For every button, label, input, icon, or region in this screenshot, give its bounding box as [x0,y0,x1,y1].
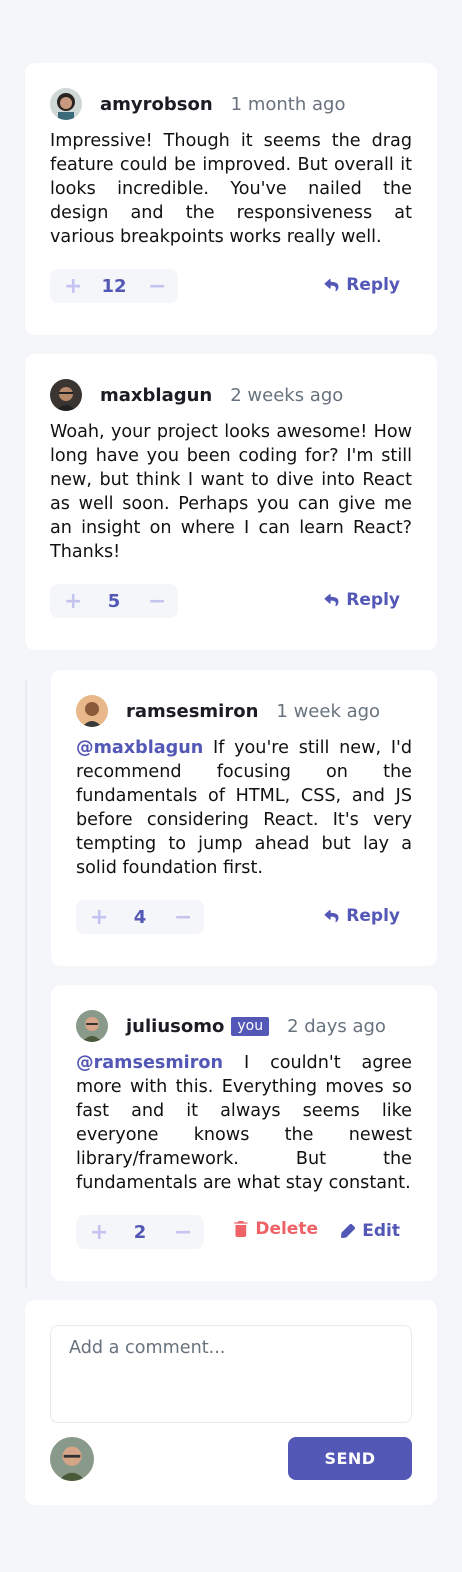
reply-card: juliusomo you 2 days ago @ramsesmiron I … [51,985,437,1281]
downvote-button[interactable]: − [148,274,166,299]
comment-composer: SEND [25,1300,437,1505]
reply-text: I couldn't agree more with this. Everyth… [76,1053,412,1193]
comment-header: ramsesmiron 1 week ago [76,695,380,727]
mention[interactable]: @maxblagun [76,738,203,758]
you-badge: you [231,1016,270,1036]
comment-text: Impressive! Though it seems the drag fea… [50,131,412,247]
upvote-button[interactable]: + [90,1220,108,1245]
upvote-button[interactable]: + [90,905,108,930]
downvote-button[interactable]: − [174,905,192,930]
reply-label: Reply [346,590,400,610]
comment-input[interactable] [50,1325,412,1423]
downvote-button[interactable]: − [174,1220,192,1245]
downvote-button[interactable]: − [148,589,166,614]
delete-button[interactable]: Delete [234,1219,318,1239]
vote-score: 5 [107,590,121,612]
vote-score: 2 [133,1221,147,1243]
edit-button[interactable]: Edit [341,1221,400,1241]
comment-card: amyrobson 1 month ago Impressive! Though… [25,63,437,335]
timestamp: 2 weeks ago [230,384,344,406]
reply-button[interactable]: Reply [324,590,400,610]
reply-icon [324,593,339,606]
trash-icon [234,1221,248,1237]
reply-icon [324,278,339,291]
username[interactable]: amyrobson [100,94,213,115]
upvote-button[interactable]: + [64,274,82,299]
reply-label: Reply [346,275,400,295]
send-button[interactable]: SEND [288,1437,412,1480]
comment-text: @maxblagun If you're still new, I'd reco… [76,736,412,880]
comment-text: Woah, your project looks awesome! How lo… [50,422,412,562]
timestamp: 1 month ago [230,93,346,115]
reply-button[interactable]: Reply [324,906,400,926]
thread-line [25,680,27,1288]
pencil-icon [341,1224,356,1238]
vote-score: 4 [133,906,147,928]
reply-text: If you're still new, I'd recommend focus… [76,738,413,878]
current-user-avatar [50,1437,94,1481]
vote-score: 12 [101,275,127,297]
comment-card: maxblagun 2 weeks ago Woah, your project… [25,354,437,650]
upvote-button[interactable]: + [64,589,82,614]
timestamp: 2 days ago [287,1015,386,1037]
delete-label: Delete [255,1219,318,1239]
vote-control: + 5 − [50,584,178,618]
mention[interactable]: @ramsesmiron [76,1053,223,1073]
edit-label: Edit [362,1221,400,1241]
username[interactable]: juliusomo [126,1016,224,1037]
reply-card: ramsesmiron 1 week ago @maxblagun If you… [51,670,437,966]
vote-control: + 2 − [76,1215,204,1249]
comment-header: juliusomo you 2 days ago [76,1010,386,1042]
avatar [50,88,82,120]
avatar [76,695,108,727]
vote-control: + 4 − [76,900,204,934]
comment-header: maxblagun 2 weeks ago [50,379,343,411]
comment-header: amyrobson 1 month ago [50,88,345,120]
comment-text: @ramsesmiron I couldn't agree more with … [76,1051,412,1195]
reply-icon [324,909,339,922]
vote-control: + 12 − [50,269,178,303]
reply-label: Reply [346,906,400,926]
avatar [76,1010,108,1042]
avatar [50,379,82,411]
username[interactable]: ramsesmiron [126,701,258,722]
timestamp: 1 week ago [276,700,381,722]
reply-button[interactable]: Reply [324,275,400,295]
username[interactable]: maxblagun [100,385,212,406]
